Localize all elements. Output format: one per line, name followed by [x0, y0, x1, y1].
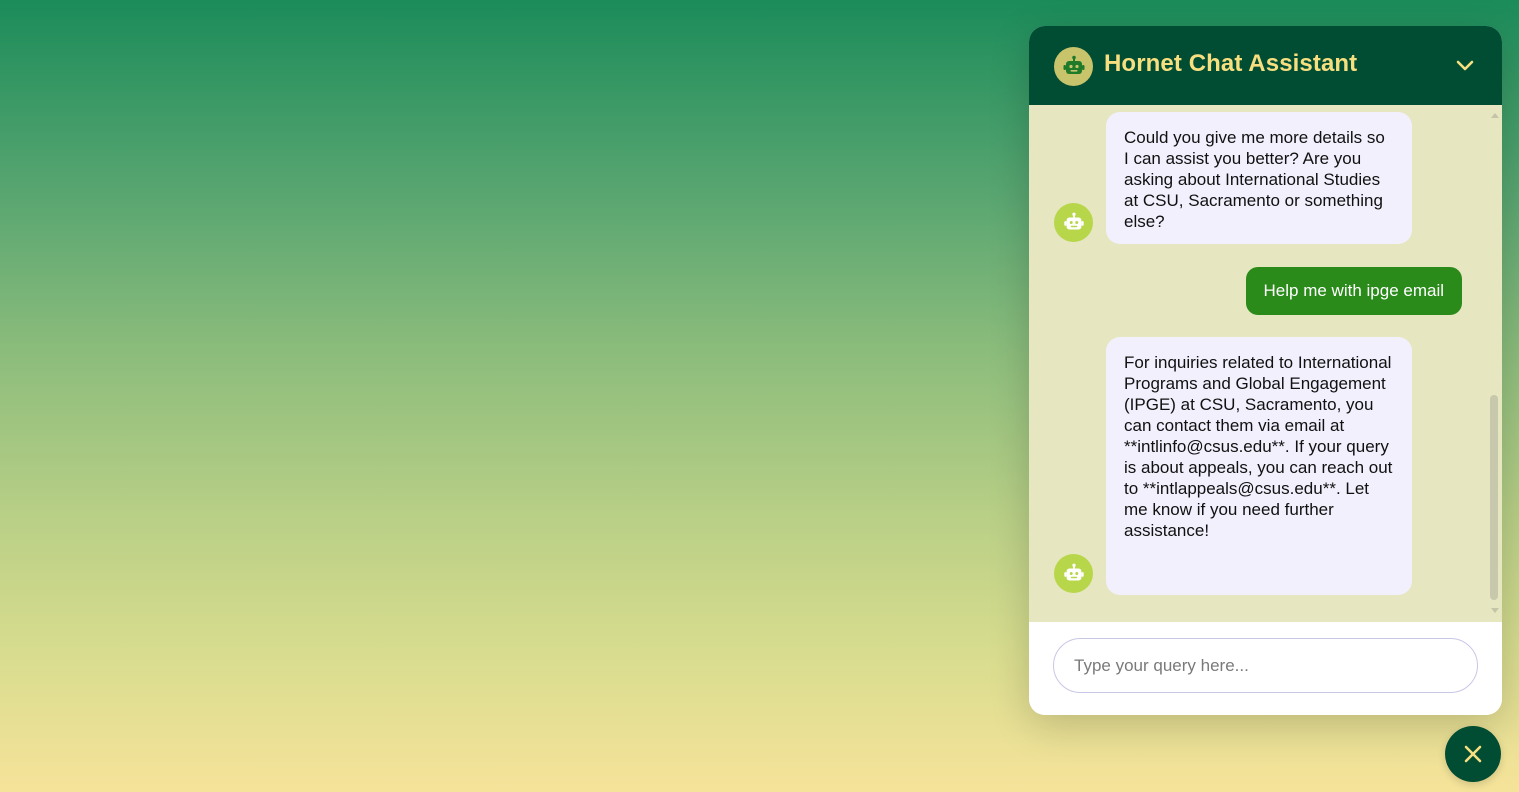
scrollbar-thumb[interactable] — [1490, 395, 1498, 600]
scroll-down-arrow-icon[interactable] — [1491, 608, 1499, 613]
query-input[interactable] — [1053, 638, 1478, 693]
user-message: Help me with ipge email — [1245, 267, 1462, 315]
scrollbar[interactable] — [1489, 105, 1501, 622]
robot-icon — [1054, 203, 1093, 242]
chat-header: Hornet Chat Assistant — [1029, 26, 1502, 105]
chat-window: Hornet Chat Assistant Could you give me … — [1029, 26, 1502, 715]
page-background: { "chat": { "title": "Hornet Chat Assist… — [0, 0, 1519, 792]
close-icon — [1464, 745, 1482, 763]
chat-footer — [1029, 622, 1502, 715]
robot-icon — [1054, 554, 1093, 593]
chat-title: Hornet Chat Assistant — [1104, 50, 1358, 77]
chevron-down-icon[interactable] — [1451, 51, 1479, 79]
bot-message: Could you give me more details so I can … — [1106, 112, 1412, 244]
close-chat-button[interactable] — [1445, 726, 1501, 782]
message-list[interactable]: Could you give me more details so I can … — [1029, 105, 1502, 622]
scroll-up-arrow-icon[interactable] — [1491, 113, 1499, 118]
robot-icon — [1054, 47, 1093, 86]
bot-message: For inquiries related to International P… — [1106, 337, 1412, 595]
